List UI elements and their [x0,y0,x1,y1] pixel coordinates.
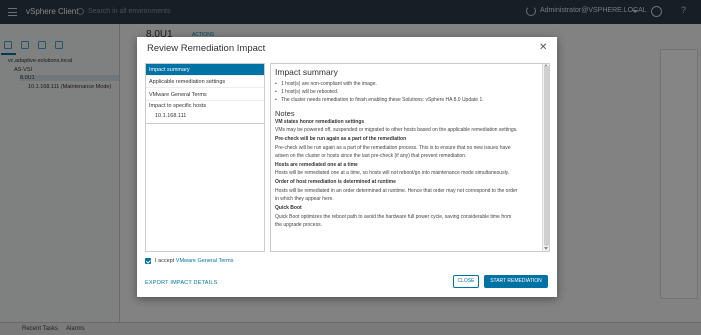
note-text: Quick Boot optimizes the reboot path to … [275,214,512,220]
note-title: Hosts are remediated one at a time [275,162,358,168]
general-terms-link[interactable]: VMware General Terms [176,258,234,264]
checkbox-checked-icon[interactable] [145,258,151,264]
review-remediation-dialog: Review Remediation Impact ✕ Impact summa… [137,37,557,297]
note-title: VM states honor remediation settings [275,119,365,125]
nav-item-general-terms[interactable]: VMware General Terms [146,88,264,101]
accept-prefix: I accept [155,258,175,264]
note-text: arisen on the cluster or hosts since the… [275,153,467,159]
close-button[interactable]: CLOSE [453,275,479,288]
scrollbar-thumb[interactable] [544,66,549,246]
impact-summary-heading: Impact summary [275,67,338,77]
scroll-down-icon[interactable] [544,247,548,250]
vertical-scrollbar[interactable] [542,64,549,251]
export-impact-details-link[interactable]: EXPORT IMPACT DETAILS [145,280,217,286]
note-text: Hosts will be remediated in an order det… [275,188,518,194]
notes-heading: Notes [275,109,295,118]
nav-item-host[interactable]: 10.1.168.111 [146,108,264,124]
start-remediation-button[interactable]: START REMEDIATION [484,275,548,288]
accept-terms-checkbox[interactable]: I accept VMware General Terms [145,257,345,266]
summary-bullet: 1 host(s) will be rebooted. [275,89,540,95]
dialog-nav: Impact summary Applicable remediation se… [145,63,265,252]
close-icon[interactable]: ✕ [539,43,547,53]
note-text: in which they appear here. [275,196,334,202]
note-title: Quick Boot [275,205,302,211]
note-text: Pre-check will be run again as a part of… [275,145,511,151]
impact-summary-panel: Impact summary 1 host(s) are non-complia… [270,63,550,252]
nav-item-impact-summary[interactable]: Impact summary [146,64,264,76]
nav-item-remediation-settings[interactable]: Applicable remediation settings [146,76,264,88]
note-title: Order of host remediation is determined … [275,179,396,185]
note-text: the upgrade process. [275,222,322,228]
note-text: Hosts will be remediated one at a time, … [275,170,510,176]
accept-terms-label: I accept VMware General Terms [155,258,233,264]
summary-bullet: 1 host(s) are non-compliant with the ima… [275,81,540,87]
note-title: Pre-check will be run again as a part of… [275,136,407,142]
summary-bullet: The cluster needs remediation to finish … [275,97,540,103]
dialog-title: Review Remediation Impact [147,43,266,54]
note-text: VMs may be powered off, suspended or mig… [275,127,518,133]
